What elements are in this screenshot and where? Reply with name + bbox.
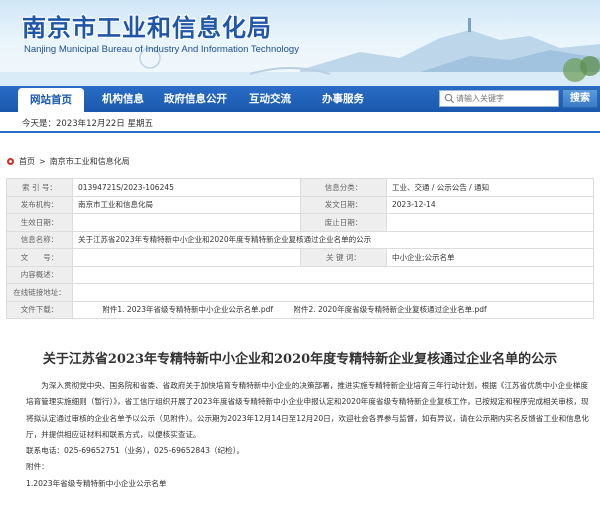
attachment-link-1[interactable]: 附件1. 2023年省级专精特新中小企业公示名单.pdf: [102, 305, 273, 314]
info-label: 关 键 词：: [300, 248, 387, 267]
table-row: 生效日期： 废止日期：: [6, 213, 594, 232]
breadcrumb-separator: >: [39, 157, 46, 166]
info-label: 生效日期：: [6, 213, 73, 232]
table-row: 文 号： 关 键 词： 中小企业;公示名单: [6, 248, 594, 267]
site-title: 南京市工业和信息化局: [22, 13, 272, 42]
article-paragraph: 为深入贯彻党中央、国务院和省委、省政府关于加快培育专精特新中小企业的决策部署，推…: [26, 381, 589, 439]
info-value-index: 01394721S/2023-106245: [72, 178, 301, 197]
search-input[interactable]: [456, 91, 556, 106]
site-subtitle: Nanjing Municipal Bureau of Industry And…: [24, 44, 299, 55]
info-label: 信息分类：: [300, 178, 387, 197]
divider: [0, 131, 600, 133]
info-label: 信息名称：: [6, 230, 73, 249]
nav-item-services[interactable]: 办事服务: [322, 86, 364, 112]
info-value-basis: [72, 283, 594, 302]
info-value-effective: [72, 213, 301, 232]
today-date: 今天是：2023年12月22日 星期五: [22, 119, 153, 129]
nav-item-organization[interactable]: 机构信息: [102, 86, 144, 112]
table-row: 信息名称： 关于江苏省2023年专精特新中小企业和2020年度专精特新企业复核通…: [6, 230, 594, 249]
table-row: 发布机构： 南京市工业和信息化局 发文日期： 2023-12-14: [6, 195, 594, 214]
search-box: [439, 90, 559, 107]
info-label: 发布机构：: [6, 195, 73, 214]
info-value-category: 工业、交通 / 公示公告 / 通知: [386, 178, 594, 197]
info-value-expire: [386, 213, 594, 232]
info-value-name: 关于江苏省2023年专精特新中小企业和2020年度专精特新企业复核通过企业名单的…: [72, 230, 594, 249]
attachments-cell: 附件1. 2023年省级专精特新中小企业公示名单.pdf 附件2. 2020年度…: [72, 300, 594, 319]
info-value-issuer: 南京市工业和信息化局: [72, 195, 301, 214]
nav-item-government-info[interactable]: 政府信息公开: [164, 86, 227, 112]
table-row: 内容概述：: [6, 265, 594, 284]
info-label: 文 号：: [6, 248, 73, 267]
breadcrumb-home[interactable]: 首页: [19, 156, 35, 167]
breadcrumb: 首页 > 南京市工业和信息化局: [6, 156, 130, 167]
location-icon: [7, 158, 14, 165]
article-attachment-item[interactable]: 1.2023年省级专精特新中小企业公示名单: [26, 476, 590, 492]
info-value-overview: [72, 265, 594, 284]
info-label: 索 引 号：: [6, 178, 73, 197]
table-row: 在线链接地址：: [6, 283, 594, 302]
breadcrumb-current[interactable]: 南京市工业和信息化局: [50, 156, 130, 167]
info-value-doc-no: [72, 248, 301, 267]
table-row: 文件下载： 附件1. 2023年省级专精特新中小企业公示名单.pdf 附件2. …: [6, 300, 594, 319]
article-title: 关于江苏省2023年专精特新中小企业和2020年度专精特新企业复核通过企业名单的…: [42, 352, 558, 367]
site-banner: 南京市工业和信息化局 Nanjing Municipal Bureau of I…: [0, 0, 600, 86]
nav-item-interaction[interactable]: 互动交流: [249, 86, 291, 112]
nav-item-home[interactable]: 网站首页: [18, 88, 84, 112]
info-label: 文件下载：: [6, 300, 73, 319]
info-label: 内容概述：: [6, 265, 73, 284]
table-row: 索 引 号： 01394721S/2023-106245 信息分类： 工业、交通…: [6, 178, 594, 197]
attachment-link-2[interactable]: 附件2. 2020年度省级专精特新企业复核通过企业名单.pdf: [293, 305, 486, 314]
article-contact: 联系电话：025-69652751（业务），025-69652843（纪检）。: [26, 446, 245, 456]
search-icon: [444, 93, 454, 104]
info-label: 发文日期：: [300, 195, 387, 214]
info-label: 废止日期：: [300, 213, 387, 232]
info-value-pub-date: 2023-12-14: [386, 195, 594, 214]
document-info-table: 索 引 号： 01394721S/2023-106245 信息分类： 工业、交通…: [6, 178, 594, 319]
search-button[interactable]: 搜索: [562, 89, 598, 108]
info-value-keywords: 中小企业;公示名单: [386, 248, 594, 267]
article-body: 为深入贯彻党中央、国务院和省委、省政府关于加快培育专精特新中小企业的决策部署，推…: [26, 378, 590, 492]
info-label: 在线链接地址：: [6, 283, 73, 302]
article-attachments-heading: 附件：: [26, 462, 49, 472]
